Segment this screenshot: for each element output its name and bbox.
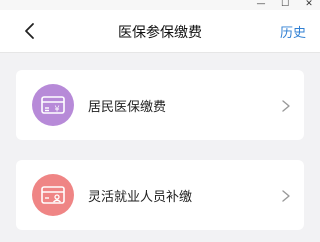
- card-yuan-icon: ¥: [32, 84, 74, 126]
- chevron-right-icon: [280, 188, 292, 202]
- card-person-icon: [32, 174, 74, 216]
- app-header: 医保参保缴费 历史: [0, 10, 320, 53]
- list-item-flexible-employment[interactable]: 灵活就业人员补缴: [16, 160, 304, 230]
- history-link[interactable]: 历史: [280, 22, 306, 41]
- chevron-right-icon: [280, 98, 292, 112]
- item-label: 灵活就业人员补缴: [88, 190, 193, 205]
- item-label: 居民医保缴费: [88, 100, 167, 115]
- list-item-resident-insurance[interactable]: ¥ 居民医保缴费: [16, 70, 304, 140]
- page-title: 医保参保缴费: [118, 25, 202, 41]
- window-controls: — ☐ ✕: [0, 0, 320, 10]
- close-button[interactable]: ✕: [298, 0, 320, 10]
- minimize-button[interactable]: —: [250, 0, 272, 10]
- maximize-button[interactable]: ☐: [274, 0, 296, 10]
- svg-text:¥: ¥: [54, 105, 59, 114]
